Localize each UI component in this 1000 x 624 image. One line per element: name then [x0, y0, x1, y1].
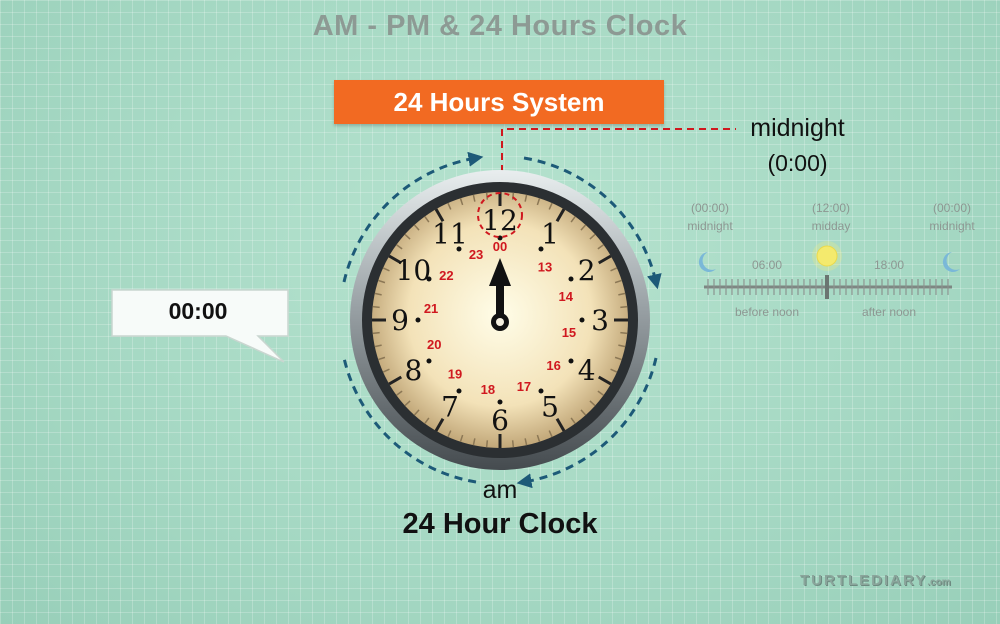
page-title: AM - PM & 24 Hours Clock — [312, 10, 688, 42]
minute-tick — [620, 305, 628, 309]
midday-marker — [825, 275, 829, 299]
timeline-label: midnight — [687, 219, 733, 233]
hour24-label: 15 — [562, 325, 576, 340]
hour-numeral: 7 — [441, 391, 459, 424]
timeline-label: midnight — [929, 219, 975, 233]
turtlediary-logo: TURTLEDIARY.com — [800, 572, 951, 589]
day-timeline: (00:00) midnight (12:00) midday (00:00) … — [687, 201, 975, 319]
minute-tick — [485, 440, 489, 448]
hour24-label: 14 — [559, 289, 574, 304]
hour-numeral: 5 — [541, 391, 559, 424]
minute-tick — [620, 331, 628, 335]
tick-label-0600: 06:00 — [752, 258, 782, 272]
system-banner: 24 Hours System — [334, 80, 664, 124]
hour-numeral: 10 — [396, 254, 432, 287]
moon-icon — [698, 252, 716, 272]
midnight-time: (0:00) — [767, 150, 828, 176]
tick-label-1800: 18:00 — [874, 258, 904, 272]
timeline-time: (00:00) — [933, 201, 971, 215]
timeline-top-label-midnight-end: (00:00) midnight — [929, 201, 975, 233]
clock-caption: 24 Hour Clock — [402, 508, 598, 540]
hour24-label: 13 — [538, 259, 552, 274]
minute-tick — [372, 305, 380, 309]
hour-dot — [568, 276, 574, 282]
minute-tick — [372, 331, 380, 335]
hour24-label: 16 — [546, 358, 560, 373]
after-noon-label: after noon — [862, 305, 916, 319]
hour24-label: 22 — [439, 268, 453, 283]
hour-numeral: 3 — [591, 304, 609, 337]
hour-numeral: 6 — [491, 404, 509, 437]
clock-illustration: 12 1234567891011 001314151617181920212223 — [342, 151, 662, 489]
hour-dot — [415, 317, 421, 323]
hour-dot — [426, 358, 432, 364]
hour-dot — [579, 317, 585, 323]
timeline-top-label-midnight-start: (00:00) midnight — [687, 201, 733, 233]
hour-numeral: 1 — [541, 217, 559, 250]
before-noon-label: before noon — [735, 305, 799, 319]
timeline-top-label-midday: (12:00) midday — [812, 201, 851, 233]
hour-numeral: 9 — [391, 304, 409, 337]
hour24-label: 00 — [493, 239, 507, 254]
hour-numeral: 4 — [578, 354, 596, 387]
hour24-label: 17 — [517, 379, 531, 394]
hour-numeral: 11 — [432, 217, 468, 250]
midnight-label: midnight — [750, 114, 845, 142]
minute-tick — [511, 440, 515, 448]
timeline-label: midday — [812, 219, 851, 233]
timeline-time: (00:00) — [691, 201, 729, 215]
hour-numeral: 2 — [578, 254, 596, 287]
hour-numeral: 8 — [404, 354, 422, 387]
hour24-label: 19 — [448, 367, 462, 382]
moon-icon — [942, 252, 960, 272]
hour24-label: 23 — [469, 247, 483, 262]
hour-dot — [568, 358, 574, 364]
hour24-label: 20 — [427, 337, 441, 352]
timeline-time: (12:00) — [812, 201, 850, 215]
hour24-label: 18 — [481, 382, 495, 397]
am-label: am — [482, 476, 518, 504]
bubble-time: 00:00 — [168, 298, 228, 324]
minute-tick — [485, 192, 489, 200]
hour24-label: 21 — [424, 301, 438, 316]
